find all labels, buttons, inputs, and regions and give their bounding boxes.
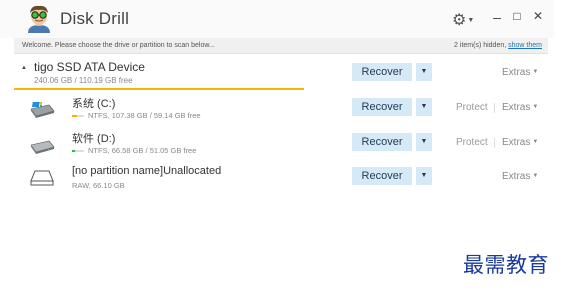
chevron-down-icon[interactable]: ▼ xyxy=(416,63,432,81)
caret-down-icon: ▼ xyxy=(532,104,539,111)
partition-row-unallocated[interactable]: [no partition name]Unallocated RAW, 66.1… xyxy=(14,165,548,195)
protect-link[interactable]: Protect xyxy=(456,102,488,113)
usage-bar xyxy=(72,115,84,118)
device-row[interactable]: ▲ tigo SSD ATA Device 240.06 GB / 110.19… xyxy=(14,60,548,92)
caret-down-icon: ▼ xyxy=(532,173,539,180)
extras-menu[interactable]: Extras ▼ xyxy=(502,137,538,148)
collapse-icon[interactable]: ▲ xyxy=(21,65,27,71)
partition-info: NTFS, 107.38 GB / 59.14 GB free xyxy=(72,111,201,120)
chevron-down-icon[interactable]: ▼ xyxy=(416,133,432,151)
close-button[interactable]: ✕ xyxy=(530,9,546,23)
app-title: Disk Drill xyxy=(60,9,130,28)
extras-label: Extras xyxy=(502,102,531,113)
divider xyxy=(494,138,495,148)
hidden-count: 2 item(s) hidden, xyxy=(454,42,507,49)
settings-gear-icon[interactable]: ⚙▼ xyxy=(452,10,474,30)
partition-info: NTFS, 66.58 GB / 51.05 GB free xyxy=(72,146,196,155)
partition-name: 系统 (C:) xyxy=(72,98,116,110)
extras-menu[interactable]: Extras ▼ xyxy=(502,171,538,182)
device-selection-underline xyxy=(14,88,304,90)
app-logo-icon xyxy=(28,5,50,33)
device-size: 240.06 GB / 110.19 GB free xyxy=(34,76,133,85)
extras-label: Extras xyxy=(502,171,531,182)
title-bar: Disk Drill ⚙▼ – □ ✕ xyxy=(0,0,554,38)
partition-info-text: NTFS, 66.58 GB / 51.05 GB free xyxy=(88,146,197,155)
chevron-down-icon[interactable]: ▼ xyxy=(416,167,432,185)
partition-name: [no partition name]Unallocated xyxy=(72,165,222,177)
usage-bar xyxy=(72,150,84,153)
minimize-button[interactable]: – xyxy=(489,9,505,25)
chevron-down-icon[interactable]: ▼ xyxy=(416,98,432,116)
drive-icon xyxy=(30,140,55,154)
welcome-message: Welcome. Please choose the drive or part… xyxy=(22,42,215,49)
extras-label: Extras xyxy=(502,67,531,78)
caret-down-icon: ▼ xyxy=(532,139,539,146)
partition-row-d[interactable]: 软件 (D:) NTFS, 66.58 GB / 51.05 GB free R… xyxy=(14,130,548,160)
maximize-button[interactable]: □ xyxy=(509,9,525,23)
info-bar: Welcome. Please choose the drive or part… xyxy=(14,38,548,54)
drive-system-icon xyxy=(30,102,55,118)
divider xyxy=(494,103,495,113)
show-hidden-link[interactable]: show them xyxy=(508,42,542,49)
device-extras-menu[interactable]: Extras ▼ xyxy=(502,67,538,78)
extras-menu[interactable]: Extras ▼ xyxy=(502,102,538,113)
watermark-text: 最需教育 xyxy=(463,253,549,277)
partition-row-c[interactable]: 系统 (C:) NTFS, 107.38 GB / 59.14 GB free … xyxy=(14,95,548,125)
caret-down-icon: ▼ xyxy=(532,69,539,76)
partition-info-text: NTFS, 107.38 GB / 59.14 GB free xyxy=(88,111,201,120)
extras-label: Extras xyxy=(502,137,531,148)
chevron-down-icon: ▼ xyxy=(467,17,475,25)
protect-link[interactable]: Protect xyxy=(456,137,488,148)
device-name: tigo SSD ATA Device xyxy=(34,60,145,74)
recover-button[interactable]: Recover xyxy=(352,98,412,116)
device-recover-button[interactable]: Recover xyxy=(352,63,412,81)
recover-button[interactable]: Recover xyxy=(352,133,412,151)
recover-button[interactable]: Recover xyxy=(352,167,412,185)
hidden-items-note: 2 item(s) hidden, show them xyxy=(454,42,542,49)
partition-info: RAW, 66.10 GB xyxy=(72,181,125,190)
unallocated-drive-icon xyxy=(30,170,54,186)
partition-name: 软件 (D:) xyxy=(72,133,116,145)
